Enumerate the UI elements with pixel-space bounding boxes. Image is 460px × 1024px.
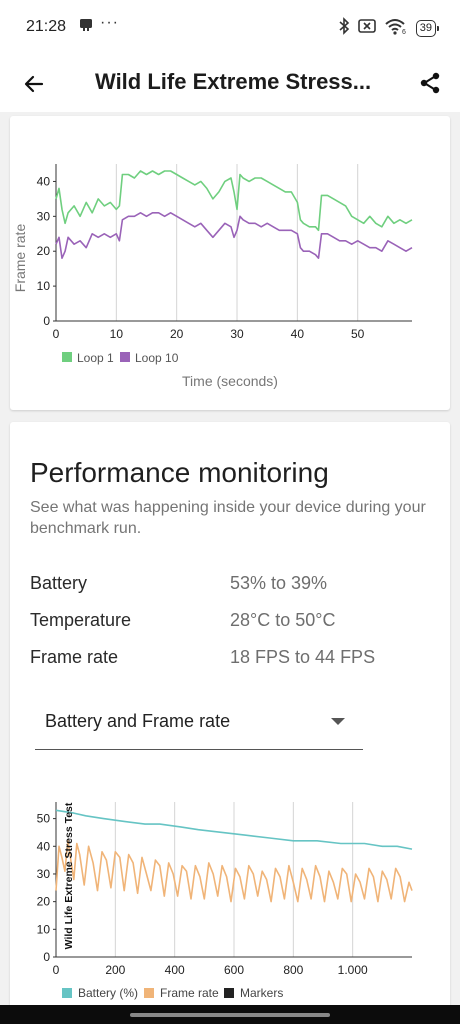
x-tick-label: 0 <box>53 963 60 977</box>
stat-row-frame-rate: Frame rate 18 FPS to 44 FPS <box>30 647 430 671</box>
legend-swatch-battery <box>62 988 72 998</box>
legend-label-frame-rate: Frame rate <box>160 986 219 1000</box>
y-tick-label: 0 <box>43 314 50 328</box>
x-tick-label: 10 <box>110 327 124 341</box>
stat-label: Battery <box>30 573 88 593</box>
y-tick-label: 20 <box>37 244 51 258</box>
legend-label-loop-1: Loop 1 <box>77 351 114 365</box>
performance-card: Performance monitoring See what was happ… <box>10 422 450 1024</box>
home-indicator[interactable] <box>130 1013 330 1017</box>
x-tick-label: 400 <box>165 963 185 977</box>
chart-type-dropdown[interactable]: Battery and Frame rate <box>35 704 363 750</box>
no-sim-icon <box>357 18 376 39</box>
loop-chart-card: 0 10 20 30 40 50 0 10 20 30 40 Frame rate Loop 1 L… <box>10 116 450 410</box>
rotated-test-label: Wild Life Extreme Stress Test <box>63 802 75 949</box>
dropdown-selected-value: Battery and Frame rate <box>45 711 231 731</box>
svg-text:6: 6 <box>402 29 406 35</box>
x-tick-label: 0 <box>53 327 60 341</box>
legend: Battery (%) Frame rate Markers <box>62 986 283 1000</box>
stat-row-temperature: Temperature 28°C to 50°C <box>30 610 430 634</box>
stat-value: 18 FPS to 44 FPS <box>230 647 376 667</box>
more-notifications-indicator: ··· <box>100 14 119 31</box>
y-tick-label: 50 <box>37 812 51 826</box>
x-tick-label: 30 <box>230 327 244 341</box>
series-line-loop-1 <box>55 170 413 232</box>
y-tick-label: 10 <box>37 279 51 293</box>
y-tick-label: 40 <box>37 174 51 188</box>
battery-icon: 39 <box>415 20 440 37</box>
page-title: Wild Life Extreme Stress... <box>95 69 372 94</box>
x-tick-label: 40 <box>291 327 305 341</box>
x-tick-label: 800 <box>283 963 303 977</box>
legend-swatch-frame-rate <box>144 988 154 998</box>
stat-value: 28°C to 50°C <box>230 610 336 630</box>
y-axis-title: Frame rate <box>12 224 28 293</box>
loop-frame-rate-chart: 0 10 20 30 40 50 0 10 20 30 40 Frame rate Loop 1 L… <box>12 164 413 389</box>
x-tick-label: 50 <box>351 327 365 341</box>
battery-level: 39 <box>419 22 432 34</box>
legend: Loop 1 Loop 10 <box>62 351 179 365</box>
legend-swatch-loop-10 <box>120 352 130 362</box>
legend-swatch-loop-1 <box>62 352 72 362</box>
battery-frame-rate-chart: 0 200 400 600 800 1.000 0 10 20 30 40 50 Wild Life … <box>37 802 413 1000</box>
wifi-6-icon: 6 <box>384 17 408 40</box>
y-tick-label: 30 <box>37 867 51 881</box>
stat-label: Frame rate <box>30 647 119 667</box>
stat-label: Temperature <box>30 610 132 630</box>
arrow-left-icon <box>24 75 44 93</box>
bluetooth-icon <box>338 17 350 40</box>
stat-value: 53% to 39% <box>230 573 328 593</box>
status-icons: 6 39 <box>338 17 440 40</box>
dropdown-arrow-icon <box>331 718 345 725</box>
share-button[interactable] <box>413 66 447 100</box>
x-tick-label: 1.000 <box>338 963 368 977</box>
y-tick-label: 40 <box>37 839 51 853</box>
y-tick-label: 20 <box>37 895 51 909</box>
legend-label-battery: Battery (%) <box>78 986 138 1000</box>
app-bar: Wild Life Extreme Stress... <box>0 56 460 112</box>
legend-label-loop-10: Loop 10 <box>135 351 179 365</box>
section-title: Performance monitoring <box>30 457 329 488</box>
share-icon <box>420 72 440 94</box>
y-tick-label: 0 <box>43 950 50 964</box>
notification-icon <box>78 17 94 38</box>
legend-swatch-markers <box>224 988 234 998</box>
y-tick-label: 30 <box>37 209 51 223</box>
x-axis-title: Time (seconds) <box>182 373 278 389</box>
y-tick-label: 10 <box>37 922 51 936</box>
x-tick-label: 20 <box>170 327 184 341</box>
back-button[interactable] <box>18 68 50 100</box>
x-tick-label: 600 <box>224 963 244 977</box>
section-description: See what was happening inside your devic… <box>30 499 426 537</box>
status-bar: 21:28 ··· 6 39 <box>0 0 460 56</box>
legend-label-markers: Markers <box>240 986 283 1000</box>
status-time: 21:28 <box>26 18 67 35</box>
stat-row-battery: Battery 53% to 39% <box>30 573 430 597</box>
x-tick-label: 200 <box>105 963 125 977</box>
